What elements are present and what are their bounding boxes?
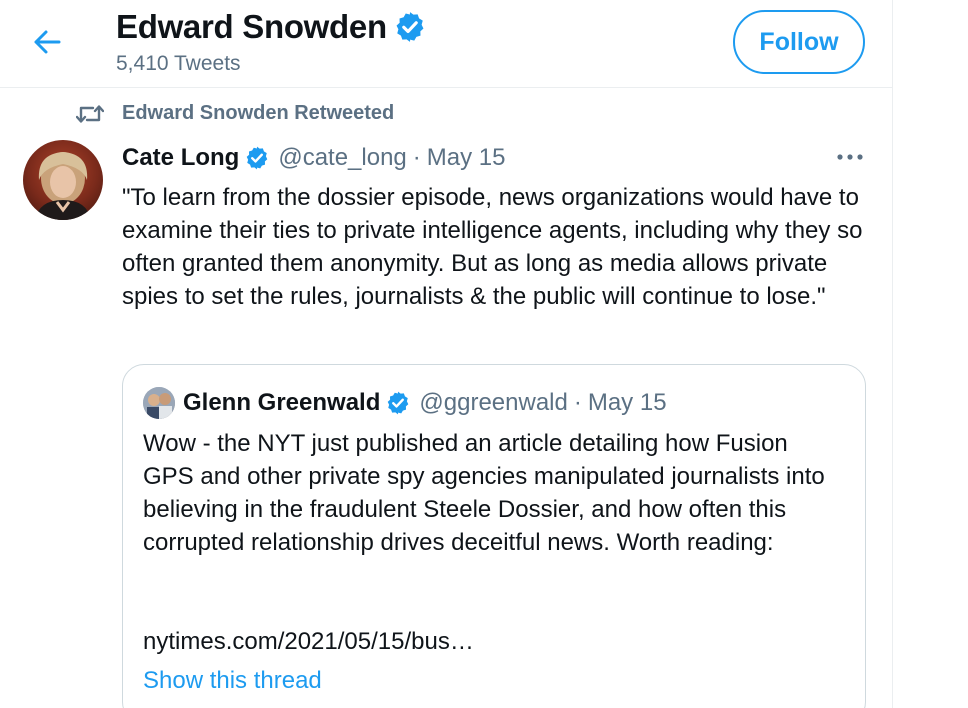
more-button[interactable] — [832, 142, 868, 172]
verified-badge-icon — [393, 10, 427, 44]
separator-dot: · — [412, 144, 421, 171]
quoted-author-name: Glenn Greenwald — [183, 389, 381, 416]
profile-header: Edward Snowden 5,410 Tweets Follow — [0, 0, 893, 88]
author-name[interactable]: Cate Long — [122, 144, 239, 172]
tweet-date[interactable]: May 15 — [427, 144, 506, 172]
retweet-label[interactable]: Edward Snowden Retweeted — [122, 102, 394, 125]
quoted-tweet[interactable]: Glenn Greenwald @ggreenwald · May 15 Wow… — [122, 364, 866, 708]
quoted-tweet-text: Wow - the NYT just published an article … — [143, 430, 832, 556]
arrow-left-icon — [34, 30, 61, 54]
tweet-header: Cate Long @cate_long · May 15 — [122, 140, 505, 176]
avatar[interactable] — [23, 140, 103, 220]
verified-badge-icon — [244, 145, 270, 171]
quoted-tweet-link[interactable]: nytimes.com/2021/05/15/bus… — [143, 625, 474, 658]
quoted-tweet-header: Glenn Greenwald @ggreenwald · May 15 — [143, 385, 667, 421]
quoted-tweet-date: May 15 — [587, 389, 667, 416]
back-button[interactable] — [22, 20, 72, 64]
timeline-column: Edward Snowden 5,410 Tweets Follow Edwar… — [0, 0, 893, 708]
avatar — [143, 387, 175, 419]
follow-button[interactable]: Follow — [733, 10, 865, 74]
retweet-context: Edward Snowden Retweeted — [76, 102, 394, 125]
quoted-author-handle: @ggreenwald — [419, 389, 568, 416]
author-handle[interactable]: @cate_long — [278, 144, 406, 172]
tweet-text: "To learn from the dossier episode, news… — [122, 184, 870, 310]
profile-name: Edward Snowden — [116, 8, 387, 45]
header-title-row: Edward Snowden — [116, 8, 427, 46]
show-thread-link[interactable]: Show this thread — [143, 664, 322, 697]
more-horizontal-icon — [837, 154, 863, 160]
separator-dot: · — [573, 389, 582, 416]
verified-badge-icon — [385, 390, 411, 416]
tweet-count: 5,410 Tweets — [116, 52, 241, 75]
retweet-icon — [76, 104, 104, 123]
